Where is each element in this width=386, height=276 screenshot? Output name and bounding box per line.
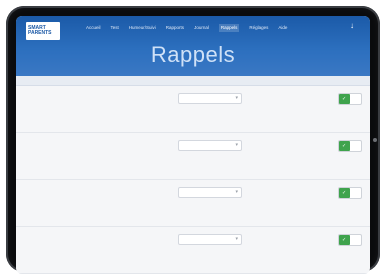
nav-item-accueil[interactable]: Accueil xyxy=(86,24,101,32)
download-icon[interactable]: ↓ xyxy=(348,21,356,31)
chevron-down-icon: ▾ xyxy=(235,236,238,242)
logo-line2: PARENTS xyxy=(28,30,52,36)
reminder-toggle[interactable]: ✓ xyxy=(338,93,362,105)
check-icon: ✓ xyxy=(342,143,347,149)
nav-item-reglages[interactable]: Réglages xyxy=(249,24,268,32)
check-icon: ✓ xyxy=(342,237,347,243)
toggle-knob: ✓ xyxy=(339,141,350,151)
app-header: SMART PARENTS Accueil Test Humeur/Suivi … xyxy=(16,16,370,76)
chevron-down-icon: ▾ xyxy=(235,189,238,195)
toggle-knob: ✓ xyxy=(339,94,350,104)
nav-item-journal[interactable]: Journal xyxy=(194,24,209,32)
check-icon: ✓ xyxy=(342,96,347,102)
nav-item-rappels[interactable]: Rappels xyxy=(218,24,240,32)
nav-item-rapports[interactable]: Rapports xyxy=(166,24,184,32)
chevron-down-icon: ▾ xyxy=(235,142,238,148)
nav-item-aide[interactable]: Aide xyxy=(278,24,287,32)
nav-item-humeur[interactable]: Humeur/Suivi xyxy=(129,24,156,32)
frequency-select[interactable]: ▾ xyxy=(178,187,242,198)
frequency-select[interactable]: ▾ xyxy=(178,234,242,245)
page-title: Rappels xyxy=(150,42,236,67)
toggle-knob: ✓ xyxy=(339,188,350,198)
reminder-row: ▾ ✓ xyxy=(16,133,370,180)
chevron-down-icon: ▾ xyxy=(235,95,238,101)
tablet-device: SMART PARENTS Accueil Test Humeur/Suivi … xyxy=(6,6,380,274)
subheader xyxy=(16,76,370,86)
frequency-select[interactable]: ▾ xyxy=(178,93,242,104)
main-nav: Accueil Test Humeur/Suivi Rapports Journ… xyxy=(86,24,287,32)
toggle-knob: ✓ xyxy=(339,235,350,245)
reminder-toggle[interactable]: ✓ xyxy=(338,140,362,152)
reminder-toggle[interactable]: ✓ xyxy=(338,234,362,246)
reminder-toggle[interactable]: ✓ xyxy=(338,187,362,199)
reminder-row: ▾ ✓ xyxy=(16,86,370,133)
reminder-row: ▾ ✓ xyxy=(16,227,370,274)
screen: SMART PARENTS Accueil Test Humeur/Suivi … xyxy=(16,16,370,274)
logo[interactable]: SMART PARENTS xyxy=(26,22,60,40)
check-icon: ✓ xyxy=(342,190,347,196)
reminder-row: ▾ ✓ xyxy=(16,180,370,227)
nav-item-test[interactable]: Test xyxy=(111,24,119,32)
home-button xyxy=(373,138,377,142)
frequency-select[interactable]: ▾ xyxy=(178,140,242,151)
